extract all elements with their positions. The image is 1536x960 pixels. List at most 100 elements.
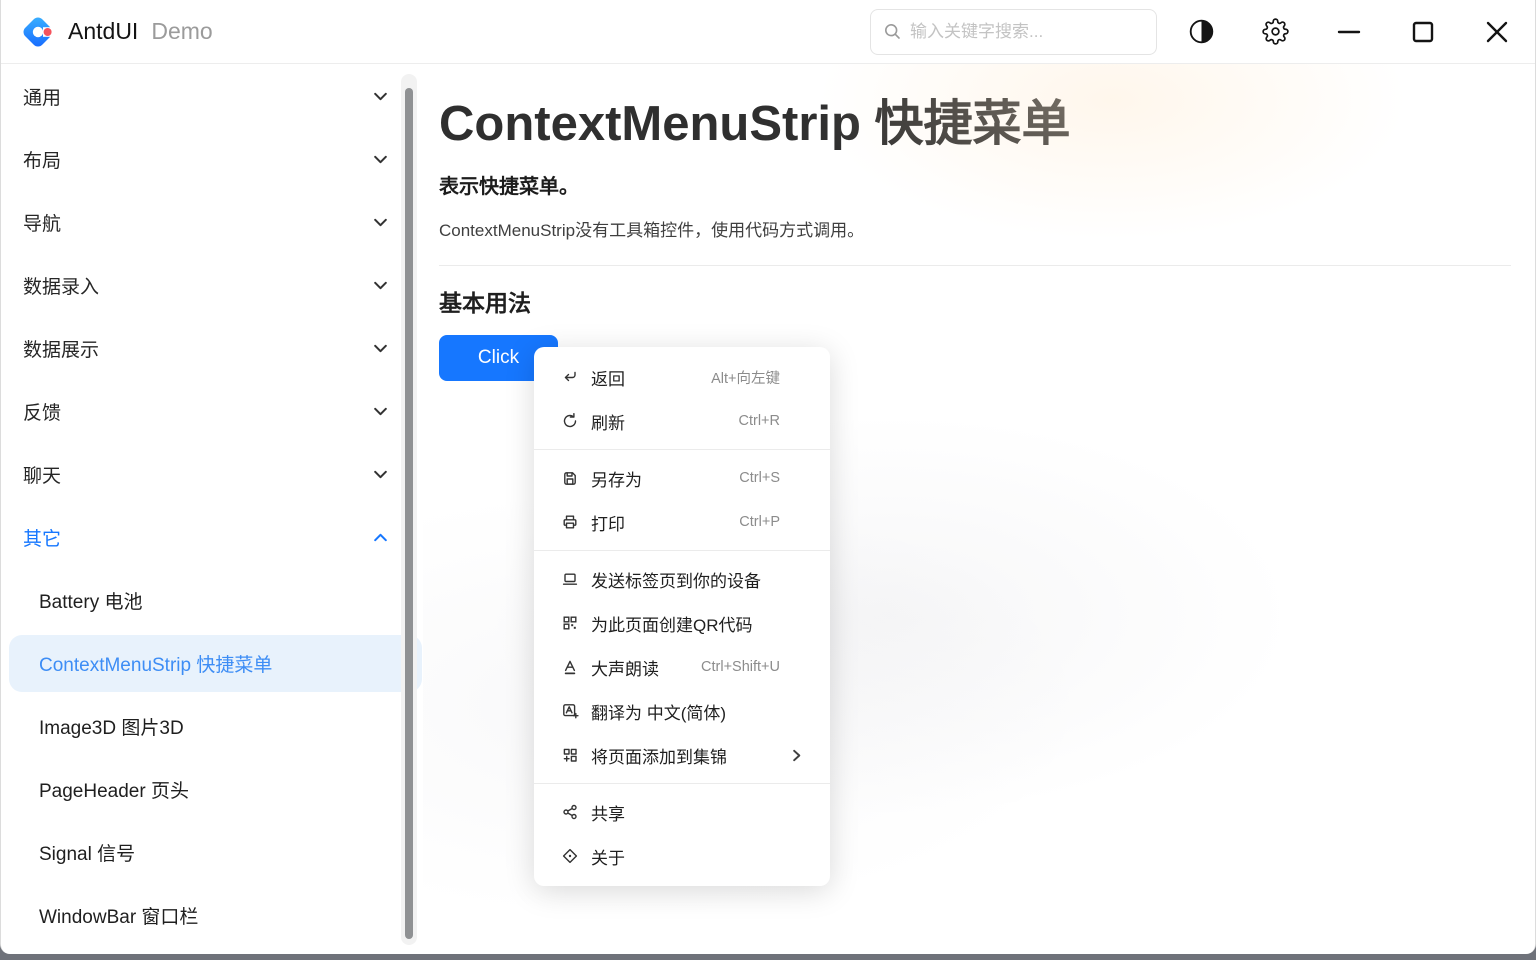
context-menu-label: 发送标签页到你的设备	[591, 567, 761, 592]
sidebar-group-label: 数据录入	[23, 272, 99, 299]
context-menu-item-create-qr[interactable]: 为此页面创建QR代码	[534, 601, 830, 645]
about-icon	[560, 847, 580, 865]
page-description: ContextMenuStrip没有工具箱控件，使用代码方式调用。	[439, 216, 1511, 241]
context-menu-label: 翻译为 中文(简体)	[591, 699, 726, 724]
sidebar-item-windowbar[interactable]: WindowBar 窗口栏	[1, 884, 423, 947]
context-menu-item-translate[interactable]: 翻译为 中文(简体)	[534, 689, 830, 733]
sidebar-item-battery[interactable]: Battery 电池	[1, 569, 423, 632]
context-menu-shortcut: Ctrl+R	[739, 413, 781, 429]
back-icon	[560, 368, 580, 386]
app-window: AntdUI Demo	[0, 0, 1536, 954]
titlebar-right	[870, 9, 1519, 55]
search-icon	[883, 22, 902, 41]
context-menu-label: 关于	[591, 844, 625, 869]
sidebar-item-signal[interactable]: Signal 信号	[1, 821, 423, 884]
sidebar-group-navigation[interactable]: 导航	[1, 191, 423, 254]
sidebar-group-label: 布局	[23, 146, 61, 173]
context-menu-item-save-as[interactable]: 另存为 Ctrl+S	[534, 456, 830, 500]
context-menu-label: 打印	[591, 510, 625, 535]
submenu-chevron-right-icon	[789, 748, 804, 763]
minimize-button[interactable]	[1327, 10, 1371, 54]
context-menu-shortcut: Ctrl+S	[739, 470, 780, 486]
context-menu-shortcut: Alt+向左键	[711, 367, 780, 388]
read-aloud-icon	[560, 658, 580, 676]
maximize-icon	[1410, 19, 1436, 45]
search-input[interactable]	[910, 22, 1144, 42]
sidebar-item-label: Battery 电池	[39, 587, 142, 614]
context-menu-item-print[interactable]: 打印 Ctrl+P	[534, 500, 830, 544]
context-menu-item-read-aloud[interactable]: 大声朗读 Ctrl+Shift+U	[534, 645, 830, 689]
chevron-down-icon	[372, 403, 389, 420]
chevron-down-icon	[372, 466, 389, 483]
save-icon	[560, 469, 580, 487]
chevron-down-icon	[372, 340, 389, 357]
sidebar-item-pageheader[interactable]: PageHeader 页头	[1, 758, 423, 821]
sidebar-group-label: 数据展示	[23, 335, 99, 362]
sidebar-group-general[interactable]: 通用	[1, 65, 423, 128]
context-menu-divider	[534, 783, 830, 784]
send-to-device-icon	[560, 570, 580, 588]
sidebar-group-layout[interactable]: 布局	[1, 128, 423, 191]
context-menu-label: 另存为	[591, 466, 642, 491]
sidebar-group-data-display[interactable]: 数据展示	[1, 317, 423, 380]
sidebar-scrollbar-track[interactable]	[401, 74, 417, 945]
section-title: 基本用法	[439, 284, 1511, 318]
chevron-down-icon	[372, 214, 389, 231]
context-menu-divider	[534, 550, 830, 551]
chevron-up-icon	[372, 529, 389, 546]
chevron-down-icon	[372, 277, 389, 294]
search-box[interactable]	[870, 9, 1157, 55]
sidebar-item-label: PageHeader 页头	[39, 776, 189, 803]
context-menu-item-add-to-collections[interactable]: 将页面添加到集锦	[534, 733, 830, 777]
share-icon	[560, 803, 580, 821]
context-menu-shortcut: Ctrl+Shift+U	[701, 659, 780, 675]
theme-contrast-button[interactable]	[1179, 10, 1223, 54]
close-icon	[1484, 19, 1510, 45]
chevron-down-icon	[372, 151, 389, 168]
printer-icon	[560, 513, 580, 531]
settings-button[interactable]	[1253, 10, 1297, 54]
sidebar-group-label: 聊天	[23, 461, 61, 488]
sidebar-group-label: 反馈	[23, 398, 61, 425]
context-menu-label: 返回	[591, 365, 625, 390]
gear-icon	[1262, 18, 1289, 45]
sidebar-group-label: 导航	[23, 209, 61, 236]
close-button[interactable]	[1475, 10, 1519, 54]
sidebar-item-contextmenustrip[interactable]: ContextMenuStrip 快捷菜单	[1, 632, 423, 695]
context-menu-shortcut: Ctrl+P	[739, 514, 780, 530]
maximize-button[interactable]	[1401, 10, 1445, 54]
sidebar-item-label: ContextMenuStrip 快捷菜单	[39, 650, 272, 677]
context-menu-item-about[interactable]: 关于	[534, 834, 830, 878]
page-title: ContextMenuStrip 快捷菜单	[439, 84, 1511, 155]
context-menu-label: 共享	[591, 800, 625, 825]
titlebar: AntdUI Demo	[1, 0, 1535, 64]
context-menu-label: 将页面添加到集锦	[591, 743, 727, 768]
antdui-logo-icon	[19, 13, 57, 51]
context-menu-item-back[interactable]: 返回 Alt+向左键	[534, 355, 830, 399]
sidebar-group-feedback[interactable]: 反馈	[1, 380, 423, 443]
context-menu-item-send-to-device[interactable]: 发送标签页到你的设备	[534, 557, 830, 601]
sidebar-group-label: 其它	[23, 524, 61, 551]
sidebar-scrollbar-thumb[interactable]	[405, 88, 413, 939]
sidebar-group-data-entry[interactable]: 数据录入	[1, 254, 423, 317]
sidebar-group-chat[interactable]: 聊天	[1, 443, 423, 506]
context-menu-divider	[534, 449, 830, 450]
context-menu-label: 刷新	[591, 409, 625, 434]
translate-icon	[560, 702, 580, 720]
context-menu-item-refresh[interactable]: 刷新 Ctrl+R	[534, 399, 830, 443]
app-brand: AntdUI Demo	[19, 13, 213, 51]
app-name: AntdUI	[68, 18, 138, 45]
qr-code-icon	[560, 614, 580, 632]
sidebar-group-other[interactable]: 其它	[1, 506, 423, 569]
collections-icon	[560, 746, 580, 764]
context-menu-item-share[interactable]: 共享	[534, 790, 830, 834]
app-mode-label: Demo	[151, 18, 212, 45]
titlebar-buttons	[1179, 10, 1519, 54]
sidebar: 通用 布局 导航 数据录入 数据展示 反馈	[1, 64, 423, 953]
context-menu: 返回 Alt+向左键 刷新 Ctrl+R 另存为 Ctrl+S	[534, 347, 830, 886]
section-divider	[439, 265, 1511, 266]
refresh-icon	[560, 412, 580, 430]
sidebar-item-label: WindowBar 窗口栏	[39, 902, 198, 929]
sidebar-item-image3d[interactable]: Image3D 图片3D	[1, 695, 423, 758]
sidebar-group-label: 通用	[23, 83, 61, 110]
